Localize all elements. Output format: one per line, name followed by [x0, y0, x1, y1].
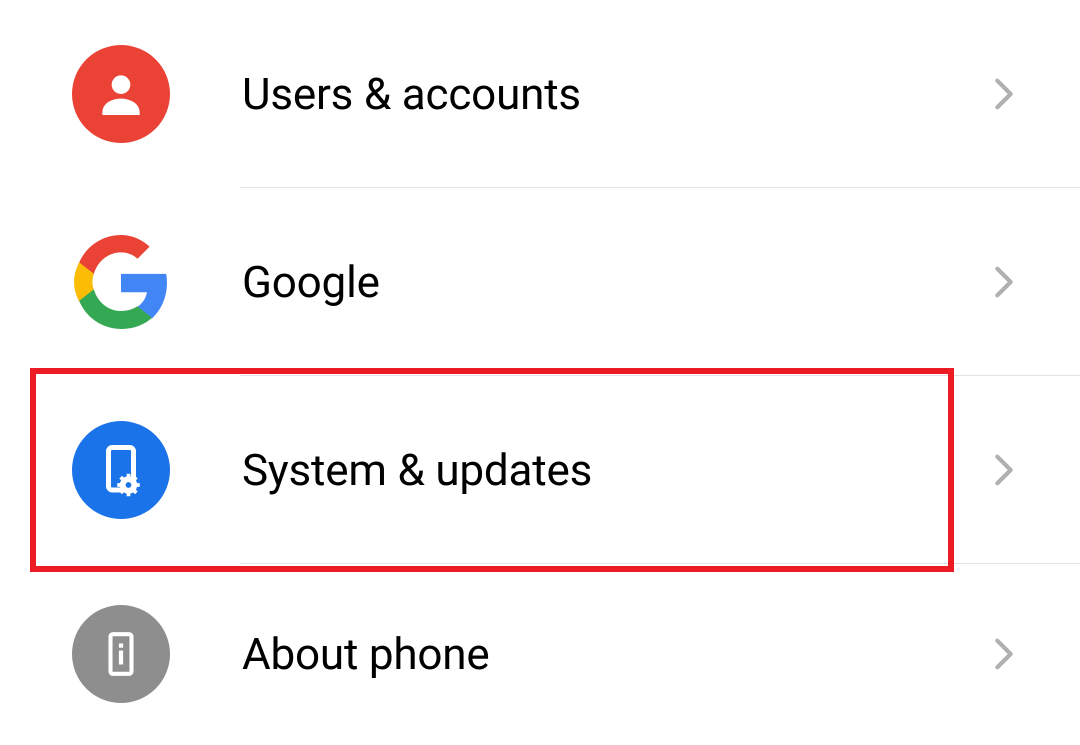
settings-list: Users & accounts Google — [0, 0, 1080, 744]
chevron-right-icon — [994, 264, 1014, 300]
settings-item-label: Users & accounts — [242, 68, 994, 120]
settings-item-system-updates-wrap: System & updates — [0, 376, 1080, 564]
settings-item-label: Google — [242, 256, 994, 308]
settings-item-google-wrap: Google — [0, 188, 1080, 376]
phone-info-icon — [72, 605, 170, 703]
settings-item-users-accounts[interactable]: Users & accounts — [0, 0, 1080, 188]
chevron-right-icon — [994, 76, 1014, 112]
settings-item-system-updates[interactable]: System & updates — [0, 376, 1080, 564]
chevron-right-icon — [994, 636, 1014, 672]
settings-item-google[interactable]: Google — [0, 188, 1080, 376]
settings-item-about-phone[interactable]: About phone — [0, 564, 1080, 744]
phone-gear-icon — [72, 421, 170, 519]
settings-item-label: About phone — [242, 628, 994, 680]
chevron-right-icon — [994, 452, 1014, 488]
settings-item-about-phone-wrap: About phone — [0, 564, 1080, 744]
settings-item-users-accounts-wrap: Users & accounts — [0, 0, 1080, 188]
person-icon — [72, 45, 170, 143]
google-logo-icon — [72, 233, 170, 331]
settings-item-label: System & updates — [242, 444, 994, 496]
